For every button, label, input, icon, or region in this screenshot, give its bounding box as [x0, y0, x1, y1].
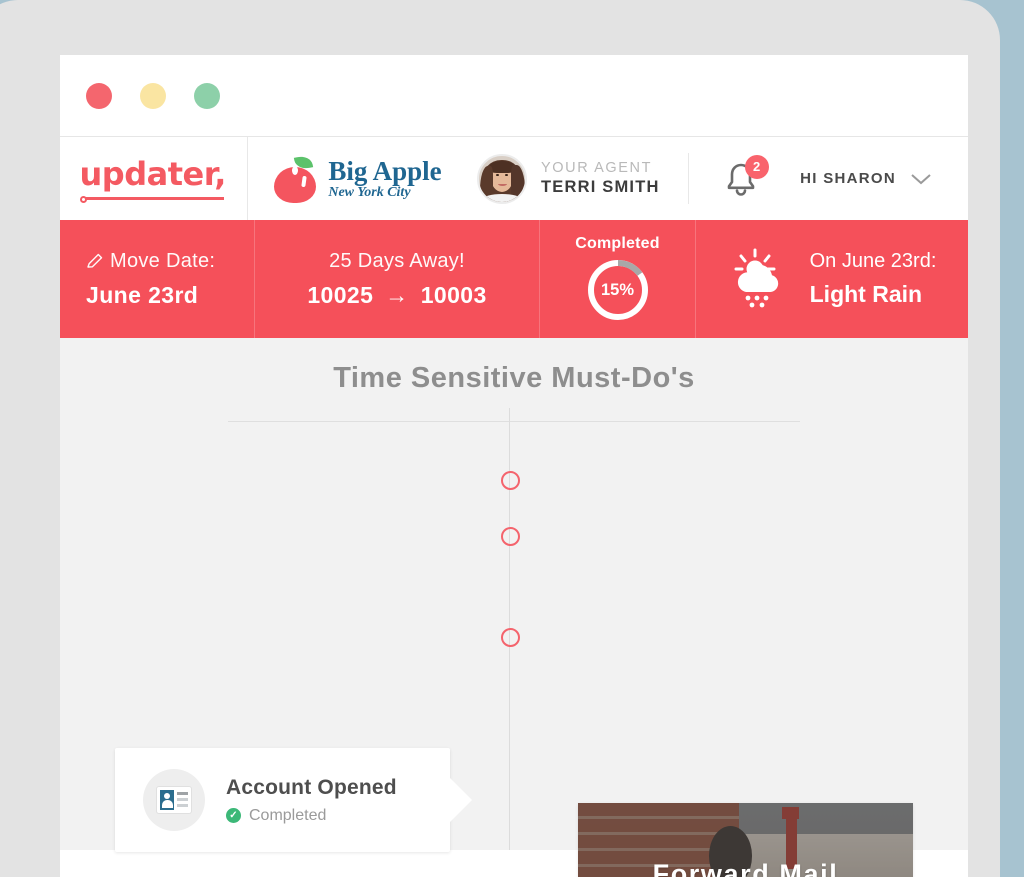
id-card-icon	[157, 787, 191, 813]
window-titlebar	[60, 55, 968, 137]
move-date-label: Move Date:	[110, 249, 216, 272]
account-card-title: Account Opened	[226, 775, 397, 799]
pencil-icon[interactable]	[86, 252, 104, 270]
zip-route: 10025 → 10003	[307, 282, 486, 309]
notifications-button[interactable]: 2	[689, 137, 799, 220]
user-menu[interactable]: HI SHARON	[799, 137, 968, 220]
move-date-block[interactable]: Move Date: June 23rd	[60, 220, 254, 338]
notification-badge: 2	[744, 154, 769, 179]
page-root: updater, Big Apple New York City YOUR AG…	[0, 0, 1024, 877]
id-card-icon-wrapper	[143, 769, 205, 831]
move-summary-bar: Move Date: June 23rd 25 Days Away! 10025…	[60, 220, 968, 359]
progress-percent: 15%	[600, 280, 635, 299]
move-date-value: June 23rd	[86, 281, 199, 308]
maximize-window-button[interactable]	[194, 82, 220, 109]
brand-logo: Big Apple New York City	[248, 137, 465, 220]
weather-label: On June 23rd:	[809, 250, 937, 273]
brand-name: Big Apple	[328, 155, 442, 186]
browser-window: updater, Big Apple New York City YOUR AG…	[60, 55, 968, 877]
progress-label: Completed	[575, 235, 660, 252]
brand-tagline: New York City	[328, 184, 411, 200]
timeline-node-3[interactable]	[501, 628, 520, 647]
progress-ring: 15%	[585, 257, 651, 323]
agent-avatar	[477, 153, 527, 204]
chevron-down-icon	[911, 173, 931, 184]
main-content: Time Sensitive Must-Do's Account Opened …	[60, 338, 968, 877]
agent-label: YOUR AGENT	[541, 160, 653, 177]
close-window-button[interactable]	[86, 82, 112, 109]
to-zip: 10003	[420, 281, 487, 308]
agent-block[interactable]: YOUR AGENT TERRI SMITH	[465, 137, 688, 220]
updater-logo: updater,	[79, 154, 228, 203]
timeline-node-1[interactable]	[501, 471, 520, 490]
countdown-block: 25 Days Away! 10025 → 10003	[255, 220, 539, 338]
updater-logo-link[interactable]: updater,	[60, 137, 248, 220]
weather-value: Light Rain	[809, 281, 923, 308]
days-away-label: 25 Days Away!	[329, 249, 465, 272]
user-greeting: HI SHARON	[800, 170, 896, 187]
forward-mail-title: Forward Mail	[652, 859, 839, 877]
page-title: Time Sensitive Must-Do's	[333, 362, 695, 394]
from-zip: 10025	[307, 281, 374, 308]
title-divider	[228, 421, 800, 422]
check-circle-icon: ✓	[226, 808, 241, 823]
forward-mail-hero: Forward Mail	[578, 803, 913, 877]
progress-block[interactable]: Completed 15%	[540, 220, 695, 338]
weather-block: On June 23rd: Light Rain	[696, 220, 968, 338]
timeline-node-2[interactable]	[501, 527, 520, 546]
updater-dot-icon	[79, 195, 87, 203]
agent-name: TERRI SMITH	[541, 178, 660, 197]
move-date-label-row: Move Date:	[86, 250, 254, 273]
minimize-window-button[interactable]	[140, 82, 166, 109]
account-opened-card[interactable]: Account Opened ✓ Completed	[115, 748, 472, 852]
updater-wordmark: updater,	[79, 154, 227, 193]
apple-icon	[271, 153, 319, 203]
big-apple-logo: Big Apple New York City	[271, 153, 442, 203]
app-header: updater, Big Apple New York City YOUR AG…	[60, 137, 968, 220]
arrow-icon: →	[385, 281, 409, 308]
sun-cloud-rain-icon	[734, 248, 778, 308]
updater-underline	[83, 196, 224, 200]
task-card-forward-mail[interactable]: Forward Mail File or schedule your	[578, 803, 913, 877]
account-card-status: Completed	[249, 806, 327, 824]
account-card-status-row: ✓ Completed	[226, 807, 397, 825]
